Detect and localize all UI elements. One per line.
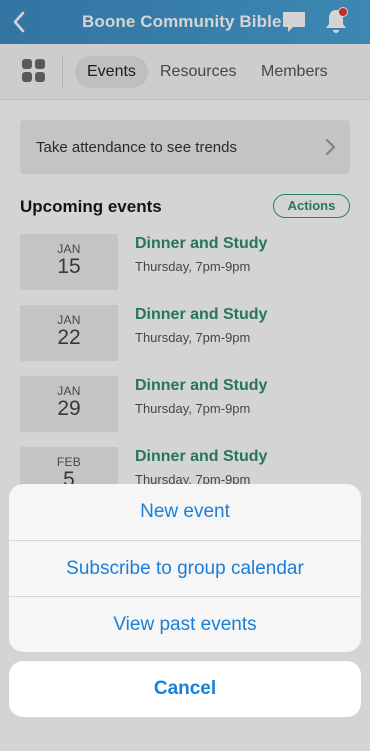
new-event-button[interactable]: New event [9, 484, 361, 540]
cancel-button[interactable]: Cancel [9, 661, 361, 717]
view-past-events-button[interactable]: View past events [9, 597, 361, 652]
action-sheet: New event Subscribe to group calendar Vi… [9, 484, 361, 652]
subscribe-calendar-button[interactable]: Subscribe to group calendar [9, 541, 361, 597]
